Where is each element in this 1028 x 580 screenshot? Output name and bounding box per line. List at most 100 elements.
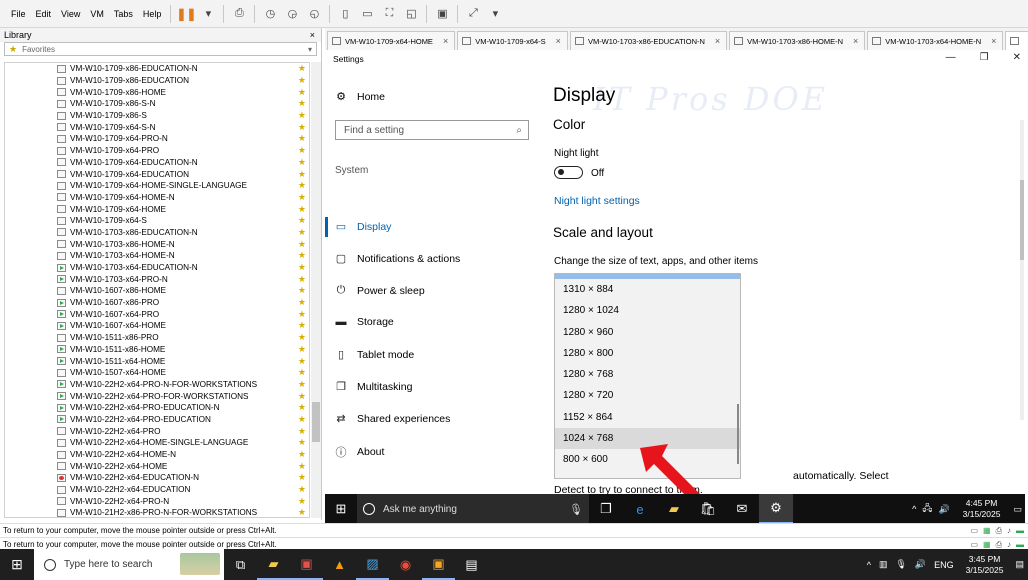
favorite-star-icon[interactable]: ★ bbox=[298, 309, 306, 320]
vm-list-item[interactable]: VM-W10-1703-x64-HOME-N ★ bbox=[5, 250, 309, 262]
favorite-star-icon[interactable]: ★ bbox=[298, 227, 306, 238]
favorite-star-icon[interactable]: ★ bbox=[298, 320, 306, 331]
vm-tab[interactable]: VM-W10-1709-x64-HOME × bbox=[327, 31, 456, 50]
vm-list-item[interactable]: VM-W10-1507-x64-HOME ★ bbox=[5, 367, 309, 379]
vm-list-item[interactable]: VM-W10-1709-x64-EDUCATION ★ bbox=[5, 168, 309, 180]
vm-tab[interactable]: VM-W10-1703-x86-EDUCATION-N × bbox=[569, 31, 728, 50]
stretch-icon[interactable]: ⤢ bbox=[464, 5, 482, 23]
dropdown-arrow-icon[interactable]: ▾ bbox=[486, 5, 504, 23]
snapshot-icon[interactable]: ◷ bbox=[261, 5, 279, 23]
night-light-toggle[interactable] bbox=[554, 166, 583, 179]
file-explorer-icon[interactable]: ▰ bbox=[257, 549, 290, 580]
photoshop-icon[interactable]: ▨ bbox=[356, 549, 389, 580]
vm-list-item[interactable]: VM-W10-1709-x64-HOME ★ bbox=[5, 203, 309, 215]
vm-list-item[interactable]: VM-W10-1703-x86-HOME-N ★ bbox=[5, 238, 309, 250]
vlc-icon[interactable]: ▲ bbox=[323, 549, 356, 580]
vm-clock[interactable]: 4:45 PM 3/15/2025 bbox=[963, 498, 1001, 520]
settings-gear-icon[interactable]: ⚙ bbox=[759, 494, 793, 524]
favorite-star-icon[interactable]: ★ bbox=[298, 192, 306, 203]
favorite-star-icon[interactable]: ★ bbox=[298, 332, 306, 343]
vm-list-item[interactable]: VM-W10-21H2-x86-PRO-N-FOR-WORKSTATIONS ★ bbox=[5, 507, 309, 517]
vm-list-item[interactable]: VM-W10-22H2-x64-HOME-N ★ bbox=[5, 449, 309, 461]
scrollbar-thumb[interactable] bbox=[1020, 180, 1024, 260]
vmware-icon[interactable]: ▣ bbox=[422, 549, 455, 580]
favorite-star-icon[interactable]: ★ bbox=[298, 274, 306, 285]
windows-start-icon[interactable]: ⊞ bbox=[325, 501, 357, 517]
network-icon[interactable]: 🖧 bbox=[922, 501, 932, 517]
vm-list-item[interactable]: VM-W10-1709-x64-HOME-SINGLE-LANGUAGE ★ bbox=[5, 180, 309, 192]
menu-file[interactable]: File bbox=[6, 0, 31, 28]
nav-item-tablet-mode[interactable]: ▯ Tablet mode bbox=[335, 348, 414, 362]
favorite-star-icon[interactable]: ★ bbox=[298, 157, 306, 168]
cortana-search-input[interactable]: Ask me anything 🎙 bbox=[357, 494, 589, 524]
favorite-star-icon[interactable]: ★ bbox=[298, 285, 306, 296]
remote-desktop-icon[interactable]: ▤ bbox=[455, 549, 488, 580]
favorite-star-icon[interactable]: ★ bbox=[298, 426, 306, 437]
close-icon[interactable]: × bbox=[853, 36, 858, 46]
vm-list-item[interactable]: VM-W10-1709-x64-PRO-N ★ bbox=[5, 133, 309, 145]
favorite-star-icon[interactable]: ★ bbox=[298, 169, 306, 180]
vm-list-item[interactable]: VM-W10-22H2-x64-PRO-FOR-WORKSTATIONS ★ bbox=[5, 390, 309, 402]
close-icon[interactable]: × bbox=[310, 30, 315, 40]
favorite-star-icon[interactable]: ★ bbox=[298, 449, 306, 460]
printer-icon[interactable]: ⎙ bbox=[996, 524, 1002, 538]
console-icon[interactable]: ▣ bbox=[433, 5, 451, 23]
favorite-star-icon[interactable]: ★ bbox=[298, 215, 306, 226]
vm-list-item[interactable]: VM-W10-1607-x64-PRO ★ bbox=[5, 308, 309, 320]
mail-icon[interactable]: ✉ bbox=[725, 494, 759, 524]
favorite-star-icon[interactable]: ★ bbox=[298, 98, 306, 109]
menu-tabs[interactable]: Tabs bbox=[109, 0, 138, 28]
favorite-star-icon[interactable]: ★ bbox=[298, 145, 306, 156]
microphone-icon[interactable]: 🎙 bbox=[895, 559, 906, 570]
favorite-star-icon[interactable]: ★ bbox=[298, 437, 306, 448]
recorder-icon[interactable]: ◉ bbox=[389, 549, 422, 580]
favorite-star-icon[interactable]: ★ bbox=[298, 414, 306, 425]
resolution-option[interactable]: 1280 × 1024 bbox=[555, 300, 740, 321]
vm-list-item[interactable]: VM-W10-1709-x64-EDUCATION-N ★ bbox=[5, 157, 309, 169]
favorite-star-icon[interactable]: ★ bbox=[298, 204, 306, 215]
vm-list-item[interactable]: VM-W10-1709-x86-EDUCATION ★ bbox=[5, 75, 309, 87]
vm-list-item[interactable]: VM-W10-1709-x86-EDUCATION-N ★ bbox=[5, 63, 309, 75]
vm-list-item[interactable]: VM-W10-1709-x86-S ★ bbox=[5, 110, 309, 122]
disk-icon[interactable]: ▭ bbox=[970, 524, 978, 538]
vm-list-item[interactable]: VM-W10-22H2-x64-PRO-N-FOR-WORKSTATIONS ★ bbox=[5, 379, 309, 391]
favorite-star-icon[interactable]: ★ bbox=[298, 87, 306, 98]
nav-item-storage[interactable]: ▬ Storage bbox=[335, 316, 394, 328]
favorite-star-icon[interactable]: ★ bbox=[298, 239, 306, 250]
favorite-star-icon[interactable]: ★ bbox=[298, 262, 306, 273]
network-status-icon[interactable]: ▦ bbox=[983, 524, 991, 538]
favorite-star-icon[interactable]: ★ bbox=[298, 367, 306, 378]
file-explorer-icon[interactable]: ▰ bbox=[657, 494, 691, 524]
dropdown-scrollbar[interactable] bbox=[737, 404, 739, 464]
vm-list-item[interactable]: VM-W10-1511-x86-PRO ★ bbox=[5, 332, 309, 344]
vm-list-item[interactable]: VM-W10-22H2-x64-PRO-N ★ bbox=[5, 495, 309, 507]
message-icon[interactable]: ▬ bbox=[1016, 524, 1024, 538]
vm-list-item[interactable]: VM-W10-1709-x64-S ★ bbox=[5, 215, 309, 227]
host-clock[interactable]: 3:45 PM 3/15/2025 bbox=[966, 554, 1004, 576]
settings-scrollbar[interactable] bbox=[1020, 120, 1024, 420]
language-indicator[interactable]: ENG bbox=[934, 560, 954, 570]
vm-list-item[interactable]: VM-W10-1703-x86-EDUCATION-N ★ bbox=[5, 227, 309, 239]
resolution-option[interactable]: 1152 × 864 bbox=[555, 407, 740, 428]
favorite-star-icon[interactable]: ★ bbox=[298, 250, 306, 261]
favorite-star-icon[interactable]: ★ bbox=[298, 391, 306, 402]
vm-list-item[interactable]: VM-W10-1709-x86-S-N ★ bbox=[5, 98, 309, 110]
vm-tab[interactable]: VM-W10-1709-x64-S × bbox=[457, 31, 568, 50]
favorite-star-icon[interactable]: ★ bbox=[298, 461, 306, 472]
send-ctrl-alt-del-icon[interactable]: ⎙ bbox=[230, 5, 248, 23]
vm-list-item[interactable]: VM-W10-1703-x64-EDUCATION-N ★ bbox=[5, 262, 309, 274]
close-icon[interactable]: ✕ bbox=[1013, 52, 1021, 63]
vm-list-item[interactable]: VM-W10-1709-x86-HOME ★ bbox=[5, 86, 309, 98]
edge-icon[interactable]: e bbox=[623, 494, 657, 524]
nav-item-power-sleep[interactable]: ⏻ Power & sleep bbox=[335, 284, 425, 297]
nav-item-display[interactable]: ▭ Display bbox=[335, 220, 392, 234]
resolution-option[interactable]: 1280 × 720 bbox=[555, 385, 740, 406]
favorite-star-icon[interactable]: ★ bbox=[298, 180, 306, 191]
find-setting-input[interactable]: Find a setting ⌕ bbox=[335, 120, 529, 140]
minimize-icon[interactable]: — bbox=[946, 52, 956, 63]
resolution-option[interactable]: 1280 × 768 bbox=[555, 364, 740, 385]
library-search-input[interactable]: ★ Favorites ▾ bbox=[4, 42, 317, 56]
task-view-icon[interactable]: ⧉ bbox=[224, 549, 257, 580]
favorite-star-icon[interactable]: ★ bbox=[298, 472, 306, 483]
menu-vm[interactable]: VM bbox=[85, 0, 109, 28]
